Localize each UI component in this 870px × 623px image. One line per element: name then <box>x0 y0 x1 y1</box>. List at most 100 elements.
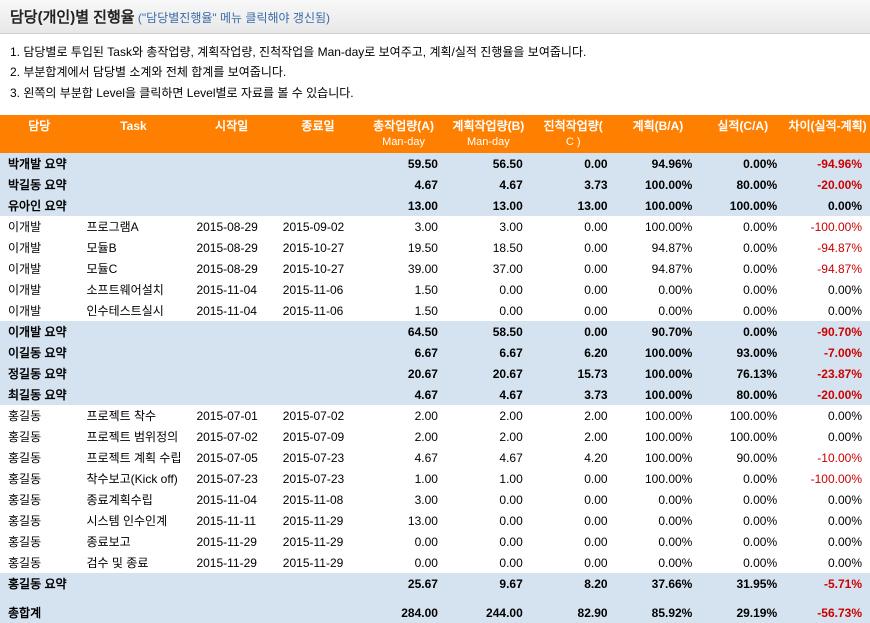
table-row[interactable]: 홍길동검수 및 종료2015-11-292015-11-290.000.000.… <box>0 552 870 573</box>
cell-actual-ratio: 0.00% <box>700 468 785 489</box>
cell-task: 소프트웨어설치 <box>79 279 189 300</box>
cell-end <box>275 195 361 216</box>
table-row[interactable]: 이개발프로그램A2015-08-292015-09-023.003.000.00… <box>0 216 870 237</box>
cell-plan-b: 58.50 <box>446 321 531 342</box>
cell-plan-ratio: 94.96% <box>616 153 701 174</box>
cell-actual-ratio: 93.00% <box>700 342 785 363</box>
cell-total-a: 0.00 <box>361 531 446 552</box>
cell-plan-b: 2.00 <box>446 405 531 426</box>
cell-plan-b: 244.00 <box>446 602 531 623</box>
column-header[interactable]: 진척작업량(C ) <box>531 115 616 153</box>
cell-plan-b: 1.00 <box>446 468 531 489</box>
cell-start <box>188 174 274 195</box>
table-row[interactable]: 이길동 요약6.676.676.20100.00%93.00%-7.00% <box>0 342 870 363</box>
cell-end: 2015-11-06 <box>275 279 361 300</box>
cell-name: 홍길동 <box>0 531 79 552</box>
table-row[interactable]: 홍길동프로젝트 착수2015-07-012015-07-022.002.002.… <box>0 405 870 426</box>
table-row[interactable]: 이개발소프트웨어설치2015-11-042015-11-061.500.000.… <box>0 279 870 300</box>
cell-plan-ratio: 100.00% <box>616 342 701 363</box>
page-header: 담당(개인)별 진행율 ("담당별진행율" 메뉴 클릭해야 갱신됨) <box>0 0 870 34</box>
table-row[interactable]: 홍길동종료계획수립2015-11-042015-11-083.000.000.0… <box>0 489 870 510</box>
column-header[interactable]: 총작업량(A)Man-day <box>361 115 446 153</box>
column-header[interactable]: 차이(실적-계획) <box>785 115 870 153</box>
cell-name: 이개발 요약 <box>0 321 79 342</box>
column-header[interactable]: 시작일 <box>188 115 274 153</box>
cell-task <box>79 384 189 405</box>
progress-table: 담당Task시작일종료일총작업량(A)Man-day계획작업량(B)Man-da… <box>0 115 870 623</box>
column-subheader: Man-day <box>363 135 444 149</box>
table-row[interactable]: 홍길동 요약25.679.678.2037.66%31.95%-5.71% <box>0 573 870 594</box>
column-header[interactable]: 담당 <box>0 115 79 153</box>
cell-end: 2015-11-08 <box>275 489 361 510</box>
cell-name: 이개발 <box>0 216 79 237</box>
cell-actual-ratio: 0.00% <box>700 237 785 258</box>
table-row[interactable] <box>0 594 870 602</box>
cell-start: 2015-08-29 <box>188 237 274 258</box>
table-row[interactable]: 홍길동시스템 인수인계2015-11-112015-11-2913.000.00… <box>0 510 870 531</box>
cell-progress-c: 2.00 <box>531 426 616 447</box>
cell-progress-c: 15.73 <box>531 363 616 384</box>
cell-task: 인수테스트실시 <box>79 300 189 321</box>
cell-plan-b: 2.00 <box>446 426 531 447</box>
cell-start: 2015-07-01 <box>188 405 274 426</box>
cell-name: 홍길동 <box>0 405 79 426</box>
cell-total-a: 1.50 <box>361 300 446 321</box>
cell-actual-ratio: 0.00% <box>700 300 785 321</box>
table-row[interactable]: 홍길동프로젝트 계획 수립2015-07-052015-07-234.674.6… <box>0 447 870 468</box>
cell-actual-ratio: 90.00% <box>700 447 785 468</box>
column-header[interactable]: 계획작업량(B)Man-day <box>446 115 531 153</box>
cell-actual-ratio: 0.00% <box>700 216 785 237</box>
cell-plan-b: 4.67 <box>446 447 531 468</box>
cell-task <box>79 321 189 342</box>
cell-actual-ratio: 29.19% <box>700 602 785 623</box>
column-header[interactable]: Task <box>79 115 189 153</box>
table-row[interactable]: 홍길동착수보고(Kick off)2015-07-232015-07-231.0… <box>0 468 870 489</box>
table-row[interactable]: 홍길동프로젝트 범위정의2015-07-022015-07-092.002.00… <box>0 426 870 447</box>
cell-diff: 0.00% <box>785 552 870 573</box>
cell-actual-ratio: 80.00% <box>700 384 785 405</box>
table-row[interactable]: 최길동 요약4.674.673.73100.00%80.00%-20.00% <box>0 384 870 405</box>
cell-plan-ratio: 100.00% <box>616 216 701 237</box>
table-row[interactable]: 정길동 요약20.6720.6715.73100.00%76.13%-23.87… <box>0 363 870 384</box>
table-row[interactable]: 박길동 요약4.674.673.73100.00%80.00%-20.00% <box>0 174 870 195</box>
table-row[interactable]: 총합계284.00244.0082.9085.92%29.19%-56.73% <box>0 602 870 623</box>
cell-actual-ratio: 0.00% <box>700 321 785 342</box>
cell-task <box>79 174 189 195</box>
cell-plan-b: 0.00 <box>446 531 531 552</box>
note-line: 1. 담당별로 투입된 Task와 총작업량, 계획작업량, 진척작업을 Man… <box>10 42 860 62</box>
cell-total-a: 4.67 <box>361 384 446 405</box>
cell-progress-c: 0.00 <box>531 279 616 300</box>
cell-progress-c: 0.00 <box>531 237 616 258</box>
cell-total-a: 19.50 <box>361 237 446 258</box>
table-row[interactable]: 이개발인수테스트실시2015-11-042015-11-061.500.000.… <box>0 300 870 321</box>
cell-name: 이개발 <box>0 258 79 279</box>
cell-diff: -10.00% <box>785 447 870 468</box>
cell-progress-c: 0.00 <box>531 321 616 342</box>
cell-end: 2015-11-29 <box>275 510 361 531</box>
table-row[interactable]: 박개발 요약59.5056.500.0094.96%0.00%-94.96% <box>0 153 870 174</box>
cell-plan-b: 9.67 <box>446 573 531 594</box>
cell-end: 2015-10-27 <box>275 237 361 258</box>
cell-plan-ratio: 37.66% <box>616 573 701 594</box>
cell-task: 검수 및 종료 <box>79 552 189 573</box>
cell-total-a: 13.00 <box>361 195 446 216</box>
table-row[interactable]: 이개발 요약64.5058.500.0090.70%0.00%-90.70% <box>0 321 870 342</box>
cell-diff: 0.00% <box>785 195 870 216</box>
cell-actual-ratio: 76.13% <box>700 363 785 384</box>
cell-name: 이개발 <box>0 300 79 321</box>
cell-plan-ratio: 100.00% <box>616 384 701 405</box>
column-header[interactable]: 계획(B/A) <box>616 115 701 153</box>
cell-name: 홍길동 <box>0 426 79 447</box>
cell-actual-ratio: 100.00% <box>700 195 785 216</box>
column-header[interactable]: 종료일 <box>275 115 361 153</box>
cell-diff: -94.87% <box>785 258 870 279</box>
cell-plan-b: 4.67 <box>446 174 531 195</box>
cell-end <box>275 153 361 174</box>
table-row[interactable]: 이개발모듈B2015-08-292015-10-2719.5018.500.00… <box>0 237 870 258</box>
table-row[interactable]: 이개발모듈C2015-08-292015-10-2739.0037.000.00… <box>0 258 870 279</box>
cell-progress-c: 0.00 <box>531 258 616 279</box>
table-row[interactable]: 유아인 요약13.0013.0013.00100.00%100.00%0.00% <box>0 195 870 216</box>
table-row[interactable]: 홍길동종료보고2015-11-292015-11-290.000.000.000… <box>0 531 870 552</box>
cell-start <box>188 384 274 405</box>
column-header[interactable]: 실적(C/A) <box>700 115 785 153</box>
